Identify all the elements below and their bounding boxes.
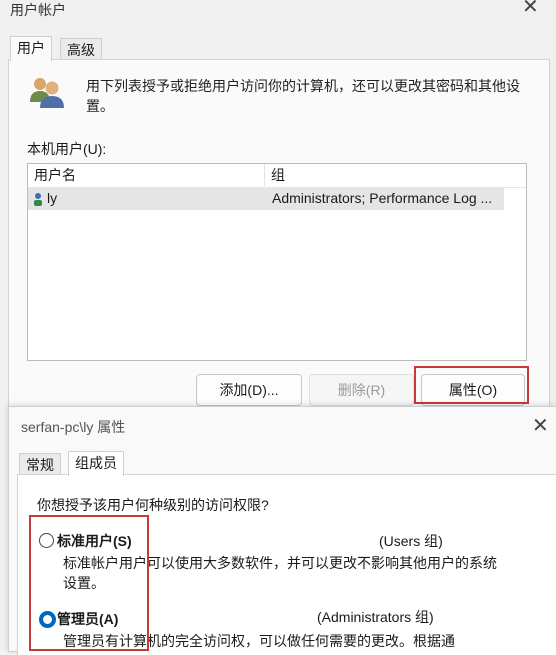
user-properties-dialog: serfan-pc\ly 属性 ✕ 常规 组成员 你想授予该用户何种级别的访问权… — [8, 406, 556, 655]
local-users-label: 本机用户(U): — [27, 141, 107, 157]
remove-button[interactable]: 删除(R) — [309, 374, 414, 406]
row-username: ly — [47, 190, 58, 206]
table-row[interactable]: ly Administrators; Performance Log ... — [28, 188, 504, 210]
users-group-text: (Users 组) — [379, 533, 443, 549]
close-icon[interactable]: ✕ — [522, 0, 539, 19]
description-text: 用下列表授予或拒绝用户访问你的计算机，还可以更改其密码和其他设置。 — [86, 78, 520, 114]
tab-group-membership[interactable]: 组成员 — [68, 451, 124, 476]
dialog-title: serfan-pc\ly 属性 — [21, 419, 126, 435]
dialog-title: 用户帐户 — [10, 2, 66, 18]
users-listview[interactable]: 用户名 组 ly Administrators; Performance Log… — [27, 163, 527, 361]
users-icon — [30, 78, 64, 108]
highlight-box-radios — [29, 515, 149, 651]
row-group: Administrators; Performance Log ... — [272, 190, 493, 206]
access-level-question: 你想授予该用户何种级别的访问权限? — [37, 497, 269, 513]
user-icon — [34, 193, 42, 206]
close-icon[interactable]: ✕ — [532, 413, 549, 438]
administrators-group-text: (Administrators 组) — [317, 609, 434, 625]
highlight-box-properties — [414, 366, 529, 404]
add-button[interactable]: 添加(D)... — [196, 374, 302, 406]
tab-general[interactable]: 常规 — [19, 453, 61, 476]
column-header-username[interactable]: 用户名 — [28, 164, 265, 186]
column-header-group[interactable]: 组 — [265, 164, 501, 186]
tab-users[interactable]: 用户 — [10, 36, 52, 61]
tab-advanced[interactable]: 高级 — [60, 38, 102, 61]
